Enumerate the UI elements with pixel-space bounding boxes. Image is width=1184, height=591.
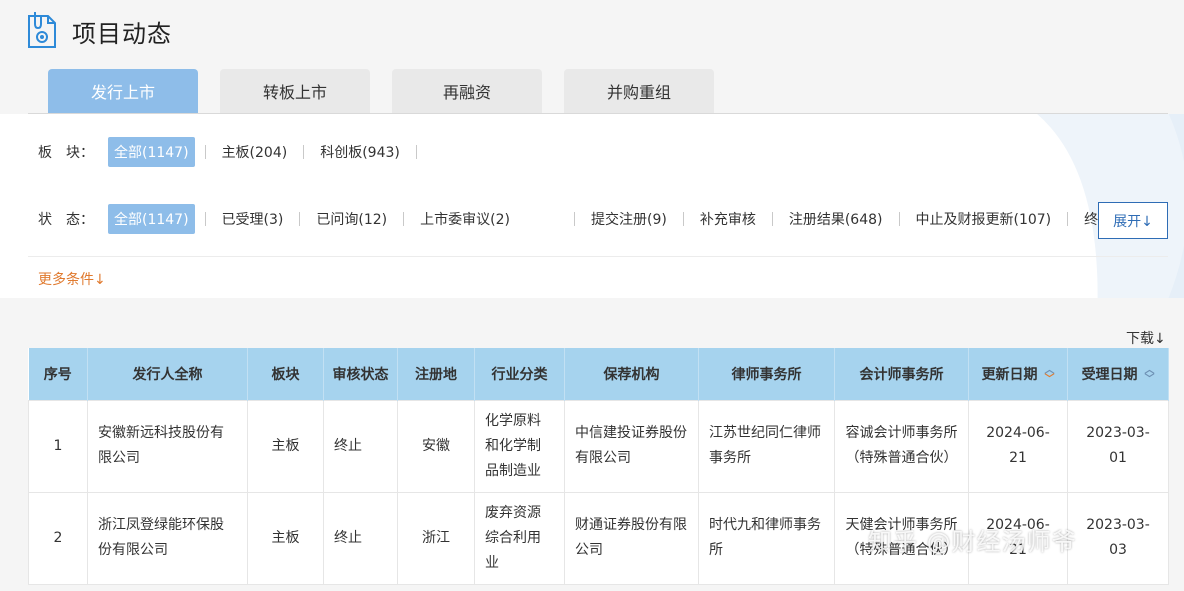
status-option-submitted[interactable]: 提交注册(9) [585, 204, 673, 234]
sort-icon[interactable]: ︿ ﹀ [1044, 365, 1054, 384]
cell-accept-date: 2023-03-01 [1067, 399, 1169, 493]
separator [303, 145, 305, 159]
header-status: 审核状态 [323, 348, 398, 400]
header-sponsor: 保荐机构 [564, 348, 699, 400]
status-option-registered[interactable]: 注册结果(648) [783, 204, 889, 234]
cell-update-date: 2024-06-21 [968, 399, 1068, 493]
header-law-firm: 律师事务所 [698, 348, 835, 400]
status-filter-row: 状 态： 全部(1147) 已受理(3) 已问询(12) 上市委审议(2) 提交… [38, 203, 1156, 235]
cell-sponsor: 中信建投证券股份有限公司 [564, 399, 699, 493]
separator [682, 212, 684, 226]
cell-law-firm: 江苏世纪同仁律师事务所 [698, 399, 835, 493]
board-option-all[interactable]: 全部(1147) [108, 137, 195, 167]
header-board: 板块 [247, 348, 324, 400]
separator [771, 212, 773, 226]
download-link[interactable]: 下载↓ [1126, 328, 1166, 348]
tab-ipo[interactable]: 发行上市 [48, 69, 198, 113]
cell-board: 主板 [247, 399, 324, 493]
cell-issuer[interactable]: 安徽新远科技股份有限公司 [87, 399, 248, 493]
tab-board-transfer[interactable]: 转板上市 [220, 69, 370, 113]
header-industry: 行业分类 [474, 348, 565, 400]
cell-accounting-firm: 容诚会计师事务所（特殊普通合伙） [834, 399, 969, 493]
filter-divider [28, 256, 1168, 257]
separator [415, 145, 417, 159]
separator [574, 212, 575, 226]
status-option-inquired[interactable]: 已问询(12) [310, 204, 393, 234]
document-at-icon [28, 12, 56, 48]
page-title: 项目动态 [72, 20, 172, 48]
cell-sponsor: 财通证券股份有限公司 [564, 491, 699, 585]
separator [898, 212, 900, 226]
board-option-star[interactable]: 科创板(943) [314, 137, 406, 167]
header-accept-date-label: 受理日期 [1081, 366, 1138, 383]
cell-location: 安徽 [397, 399, 475, 493]
filter-panel: 板 块： 全部(1147) 主板(204) 科创板(943) 状 态： 全部(1… [0, 114, 1184, 298]
cell-index: 1 [28, 399, 88, 493]
header-location: 注册地 [397, 348, 475, 400]
cell-status: 终止 [323, 399, 398, 493]
tab-bar: 发行上市 转板上市 再融资 并购重组 [48, 69, 736, 113]
status-option-all[interactable]: 全部(1147) [108, 204, 195, 234]
cell-law-firm: 时代九和律师事务所 [698, 491, 835, 585]
expand-button[interactable]: 展开↓ [1098, 202, 1168, 239]
cell-industry: 化学原料和化学制品制造业 [474, 399, 565, 493]
status-option-supplementary[interactable]: 补充审核 [694, 204, 762, 234]
board-filter-row: 板 块： 全部(1147) 主板(204) 科创板(943) [38, 136, 427, 168]
header-index: 序号 [28, 348, 88, 400]
status-option-suspended[interactable]: 中止及财报更新(107) [910, 204, 1058, 234]
separator [299, 212, 301, 226]
header-accounting-firm: 会计师事务所 [834, 348, 969, 400]
sort-icon[interactable]: ︿ ﹀ [1144, 365, 1154, 384]
header-update-date[interactable]: 更新日期 ︿ ﹀ [968, 348, 1068, 400]
cell-status: 终止 [323, 491, 398, 585]
status-option-accepted[interactable]: 已受理(3) [216, 204, 290, 234]
header-issuer: 发行人全称 [87, 348, 248, 400]
tab-mergers[interactable]: 并购重组 [564, 69, 714, 113]
more-conditions-link[interactable]: 更多条件↓ [38, 269, 106, 289]
status-option-committee[interactable]: 上市委审议(2) [414, 204, 516, 234]
cell-location: 浙江 [397, 491, 475, 585]
table-row[interactable]: 1 安徽新远科技股份有限公司 主板 终止 安徽 化学原料和化学制品制造业 中信建… [28, 399, 1169, 493]
separator [1067, 212, 1069, 226]
cell-industry: 废弃资源综合利用业 [474, 491, 565, 585]
board-option-main[interactable]: 主板(204) [216, 137, 294, 167]
watermark: 知乎 @财经汤师爷 [868, 528, 1077, 556]
cell-accept-date: 2023-03-03 [1067, 491, 1169, 585]
table-header-row: 序号 发行人全称 板块 审核状态 注册地 行业分类 保荐机构 律师事务所 会计师… [28, 348, 1169, 400]
header-accept-date[interactable]: 受理日期 ︿ ﹀ [1067, 348, 1169, 400]
cell-index: 2 [28, 491, 88, 585]
tab-refinancing[interactable]: 再融资 [392, 69, 542, 113]
separator [403, 212, 405, 226]
separator [204, 212, 206, 226]
separator [204, 145, 206, 159]
header-update-date-label: 更新日期 [981, 366, 1038, 383]
board-filter-label: 板 块： [38, 145, 94, 161]
cell-issuer[interactable]: 浙江凤登绿能环保股份有限公司 [87, 491, 248, 585]
header: 项目动态 发行上市 转板上市 再融资 并购重组 [0, 0, 1184, 114]
status-filter-label: 状 态： [38, 212, 94, 228]
cell-board: 主板 [247, 491, 324, 585]
